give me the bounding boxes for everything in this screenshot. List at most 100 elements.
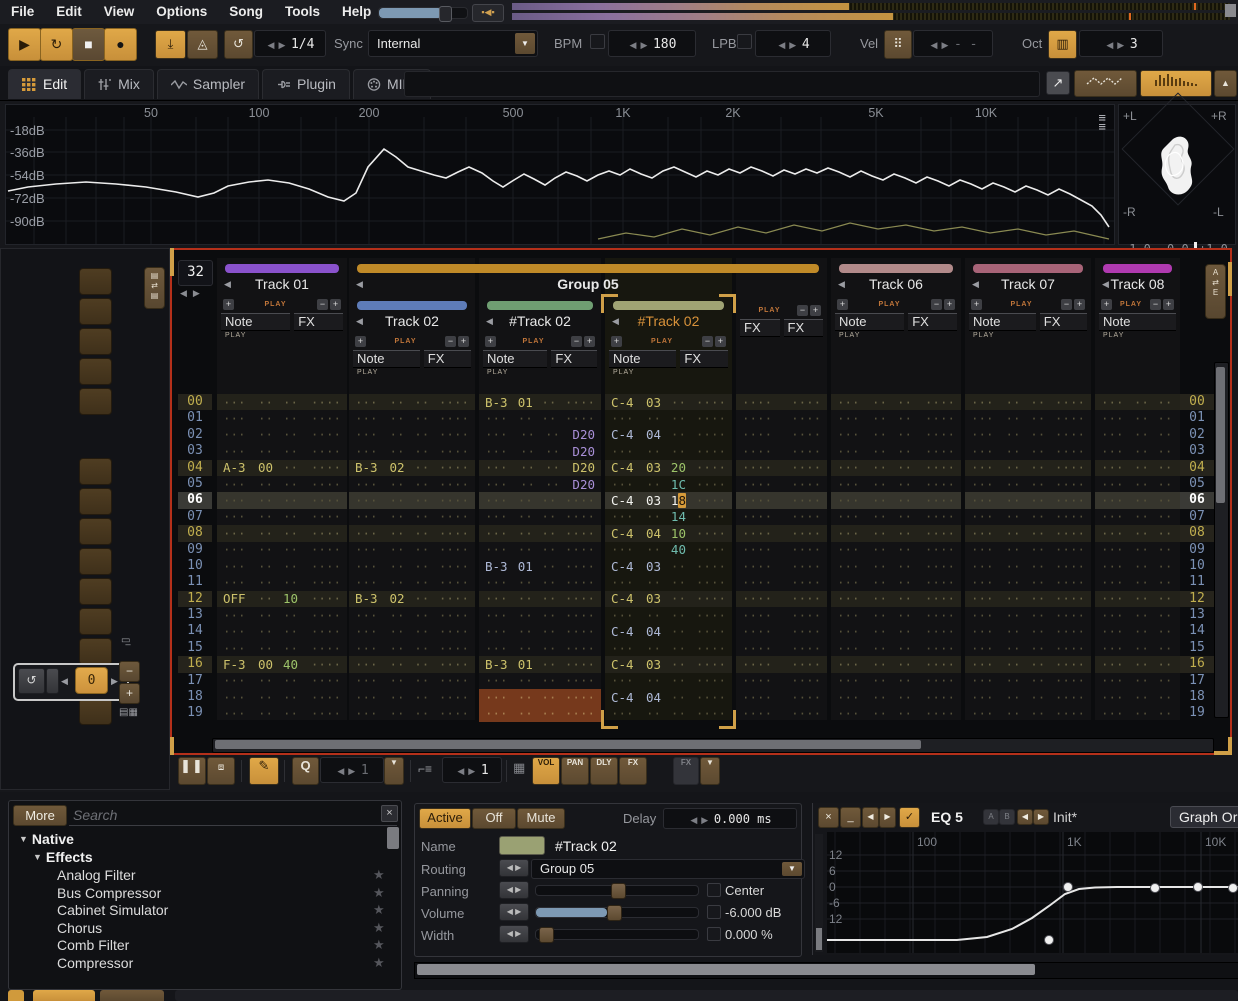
pattern-hscrollbar[interactable]	[212, 738, 1214, 753]
pattern-slot[interactable]	[79, 608, 112, 635]
pattern-row[interactable]: C-40318····	[605, 492, 732, 508]
dsp-chain-scrollbar[interactable]	[414, 962, 1238, 979]
es-inc-icon[interactable]: ▶	[468, 766, 475, 776]
pattern-row[interactable]: C-404······	[605, 623, 732, 639]
pattern-row[interactable]: ···········	[479, 525, 601, 541]
lpb-inc-icon[interactable]: ▶	[789, 40, 796, 50]
pattern-row[interactable]: ···········	[965, 443, 1091, 459]
pattern-row[interactable]: ···········	[965, 689, 1091, 705]
favorite-star-icon[interactable]: ★	[373, 937, 385, 953]
dsp-chain-scroll-thumb[interactable]	[417, 964, 1035, 975]
add-column-button[interactable]: +	[944, 299, 955, 310]
browser-scroll-thumb[interactable]	[387, 827, 399, 849]
add-column-button[interactable]: +	[810, 305, 821, 316]
single-track-mode-button[interactable]: ❚❚	[178, 757, 206, 785]
track-collapse-icon[interactable]: ◀	[486, 316, 493, 327]
width-arrows-button[interactable]: ◀ ▶	[499, 925, 529, 943]
remove-column-button[interactable]: −	[797, 305, 808, 316]
remove-column-button[interactable]: −	[702, 336, 713, 347]
pattern-row[interactable]: ········	[736, 525, 827, 541]
record-button[interactable]: ●	[104, 28, 137, 61]
volume-slider[interactable]	[535, 907, 699, 918]
pattern-row[interactable]: ········	[736, 492, 827, 508]
eq-graph-mode-button[interactable]: Graph Or	[1170, 806, 1238, 828]
pattern-row[interactable]: ········	[736, 509, 827, 525]
pattern-row[interactable]: B-301······	[479, 656, 601, 672]
lpb-dec-icon[interactable]: ◀	[778, 40, 785, 50]
matrix-toggle-button[interactable]: ▤⇄▤	[144, 267, 165, 309]
pattern-row[interactable]: ·····14····	[605, 509, 732, 525]
bpm-stepper[interactable]: ◀▶ 180	[608, 30, 696, 57]
pattern-row[interactable]: ···········	[605, 574, 732, 590]
pattern-row[interactable]: ···········	[831, 689, 961, 705]
volume-arrows-button[interactable]: ◀ ▶	[499, 903, 529, 921]
track-color-bar[interactable]	[487, 301, 593, 310]
add-column-button[interactable]: +	[715, 336, 726, 347]
pattern-row[interactable]: ·······D20	[479, 460, 601, 476]
add-column-button[interactable]: +	[330, 299, 341, 310]
pattern-row[interactable]: ···········	[349, 705, 475, 721]
pattern-slot[interactable]	[79, 518, 112, 545]
routing-dropdown-arrow-icon[interactable]: ▼	[782, 862, 802, 876]
pattern-slot[interactable]	[79, 298, 112, 325]
group-collapse-icon[interactable]: ◀	[356, 279, 363, 290]
eq-node[interactable]	[1064, 883, 1073, 892]
pattern-row[interactable]: ···········	[831, 460, 961, 476]
pattern-row[interactable]: ········	[736, 705, 827, 721]
pattern-row[interactable]: ···········	[479, 640, 601, 656]
track-color-bar[interactable]	[839, 264, 953, 273]
pattern-row[interactable]: ········	[736, 574, 827, 590]
eq-enabled-checkbox[interactable]: ✓	[899, 807, 920, 828]
pattern-row[interactable]: ········	[736, 460, 827, 476]
pattern-slot[interactable]	[79, 388, 112, 415]
add-column-button[interactable]: +	[584, 336, 595, 347]
pattern-row[interactable]: ···········	[965, 656, 1091, 672]
pattern-row[interactable]: ···········	[217, 427, 347, 443]
sequence-loop-button[interactable]: ↺	[18, 668, 45, 694]
effect-item[interactable]: Analog Filter	[57, 867, 136, 883]
pattern-row[interactable]: ···········	[965, 460, 1091, 476]
panning-slider[interactable]	[535, 885, 699, 896]
pattern-row[interactable]: ···········	[479, 673, 601, 689]
fx-column-header[interactable]: FX	[1040, 313, 1087, 331]
track-collapse-icon[interactable]: ◀	[612, 316, 619, 327]
fx-column-header[interactable]: FX	[784, 319, 824, 337]
pattern-row[interactable]: ·····40····	[605, 542, 732, 558]
pattern-row[interactable]: ···········	[349, 443, 475, 459]
pattern-row[interactable]: ···········	[217, 640, 347, 656]
pattern-row[interactable]: ···········	[965, 558, 1091, 574]
oct-inc-icon[interactable]: ▶	[1117, 40, 1124, 50]
lpb-checkbox[interactable]	[737, 34, 752, 49]
pattern-row[interactable]: ···········	[217, 607, 347, 623]
pattern-row[interactable]: ···········	[479, 509, 601, 525]
pattern-row[interactable]: B-301······	[479, 394, 601, 410]
add-column-button[interactable]: +	[458, 336, 469, 347]
q-dec-icon[interactable]: ◀	[337, 766, 344, 776]
pattern-row[interactable]: ···········	[831, 476, 961, 492]
es-dec-icon[interactable]: ◀	[457, 766, 464, 776]
pattern-row[interactable]: ·······	[1095, 574, 1180, 590]
pattern-row[interactable]: ·······D20	[479, 443, 601, 459]
eq-node[interactable]	[1151, 884, 1160, 893]
pattern-row[interactable]: ···········	[217, 705, 347, 721]
track-collapse-icon[interactable]: ◀	[838, 279, 845, 290]
add-note-column-button[interactable]: +	[355, 336, 366, 347]
effect-item[interactable]: Bus Compressor	[57, 885, 161, 901]
pattern-row[interactable]: ···········	[605, 443, 732, 459]
panning-arrows-button[interactable]: ◀ ▶	[499, 881, 529, 899]
bpm-dec-icon[interactable]: ◀	[630, 40, 637, 50]
menu-help[interactable]: Help	[342, 0, 371, 24]
pattern-slot[interactable]	[79, 488, 112, 515]
fx-column-header[interactable]: FX	[908, 313, 957, 331]
track-off-button[interactable]: Off	[472, 808, 516, 829]
pattern-row[interactable]: ···········	[605, 607, 732, 623]
pattern-row[interactable]: ···········	[349, 476, 475, 492]
pattern-row[interactable]: ·······	[1095, 394, 1180, 410]
stop-button[interactable]: ■	[72, 28, 105, 61]
pattern-row[interactable]: ···········	[965, 410, 1091, 426]
track-play-button[interactable]: PLAY	[651, 338, 673, 345]
pan-column-button[interactable]: PAN	[561, 757, 589, 785]
pattern-row[interactable]: ···········	[831, 656, 961, 672]
tab-sampler[interactable]: Sampler	[157, 69, 259, 99]
pattern-row[interactable]: ···········	[349, 542, 475, 558]
